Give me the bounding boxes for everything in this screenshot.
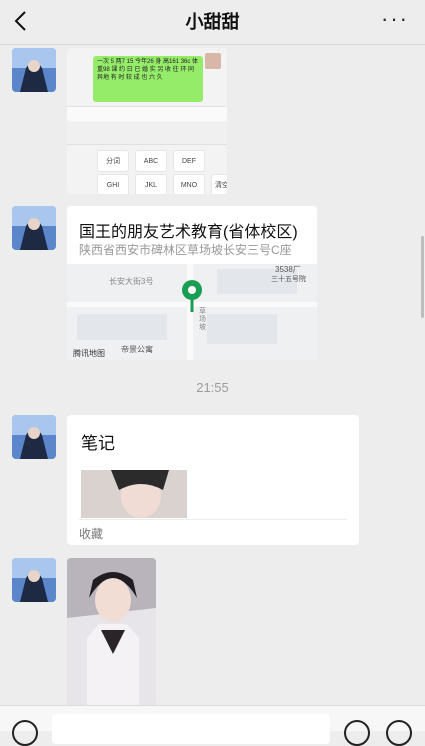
screenshot-green-bubble: 一次 5 两7 15 今年26 身 高161 36c 体重98 课 约 日 已 … [93,56,203,102]
note-title: 笔记 [81,434,115,453]
message-timestamp: 21:55 [196,380,229,395]
screenshot-green-text: 一次 5 两7 15 今年26 身 高161 36c 体重98 课 约 日 已 … [97,59,199,81]
key: DEF [173,150,205,172]
chat-title: 小甜甜 [185,12,240,32]
location-map: 3538厂 三十五号院 长安大街3号 草场坡 帝景公寓 腾讯地图 [67,264,317,360]
screenshot-input-bar [67,106,227,121]
map-label-road: 长安大街3号 [109,277,154,286]
add-icon[interactable] [386,720,412,746]
keyboard-row-1: 分词 ABC DEF [97,150,205,172]
screenshot-toolbar [67,122,227,145]
keyboard-row-2: GHI JKL MNO 清空 [97,174,227,194]
contact-avatar[interactable] [12,48,56,92]
location-name: 国王的朋友艺术教育(省体校区) [79,224,298,241]
note-divider [79,519,347,520]
contact-avatar[interactable] [12,415,56,459]
emoji-icon[interactable] [344,720,370,746]
scrollbar[interactable] [421,236,424,318]
note-message[interactable]: 笔记 收藏 [67,415,359,545]
image-message-screenshot[interactable]: 一次 5 两7 15 今年26 身 高161 36c 体重98 课 约 日 已 … [67,48,227,194]
contact-avatar[interactable] [12,558,56,602]
note-footer: 收藏 [79,527,104,541]
more-icon[interactable]: ··· [381,6,409,32]
key: ABC [135,150,167,172]
screenshot-mini-avatar [205,53,221,69]
key: 分词 [97,150,129,172]
message-input[interactable] [52,714,330,744]
map-attribution: 腾讯地图 [73,349,105,358]
map-label-apartment: 帝景公寓 [121,345,153,354]
navigation-bar: 小甜甜 ··· [0,0,425,45]
note-thumbnail [81,470,187,518]
voice-icon[interactable] [12,720,38,746]
key: MNO [173,174,205,194]
key: GHI [97,174,129,194]
key: 清空 [211,174,227,194]
location-message[interactable]: 国王的朋友艺术教育(省体校区) 陕西省西安市碑林区草场坡长安三号C座 3538厂… [67,206,317,360]
map-label-building2: 三十五号院 [271,276,306,283]
contact-avatar[interactable] [12,206,56,250]
key: JKL [135,174,167,194]
map-label-side: 草场坡 [199,308,206,331]
image-message-photo[interactable] [67,558,156,706]
location-address: 陕西省西安市碑林区草场坡长安三号C座 [79,243,292,257]
chat-input-bar [0,705,425,746]
